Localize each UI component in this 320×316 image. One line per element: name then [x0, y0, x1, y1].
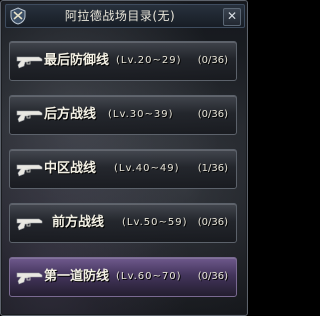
gun-icon — [16, 56, 43, 69]
gun-icon — [16, 110, 43, 123]
window-title: 阿拉德战场目录(无) — [64, 9, 176, 23]
title-bar[interactable]: 阿拉德战场目录(无) ✕ — [5, 4, 245, 28]
zone-level-range: (Lv.20~29) — [116, 55, 182, 66]
zone-name: 中区战线 — [44, 161, 97, 176]
zone-level-range: (Lv.30~39) — [108, 109, 174, 120]
zone-occupancy: (1/36) — [197, 163, 228, 174]
close-button[interactable]: ✕ — [223, 8, 241, 26]
zone-occupancy: (0/36) — [197, 271, 228, 282]
zone-name: 最后防御线 — [44, 53, 110, 68]
zone-row-central-front[interactable]: 中区战线 (Lv.40~49) (1/36) — [9, 149, 237, 189]
zone-row-forward-front[interactable]: 前方战线 (Lv.50~59) (0/36) — [9, 203, 237, 243]
zone-name: 第一道防线 — [44, 269, 110, 284]
gun-icon — [16, 272, 43, 285]
battlefield-directory-window: 阿拉德战场目录(无) ✕ 最后防御线 (Lv.20~29) (0/36) 后方战… — [0, 0, 248, 316]
zone-name: 前方战线 — [52, 215, 105, 230]
zone-list: 最后防御线 (Lv.20~29) (0/36) 后方战线 (Lv.30~39) … — [9, 41, 237, 311]
zone-level-range: (Lv.60~70) — [116, 271, 182, 282]
zone-occupancy: (0/36) — [197, 55, 228, 66]
zone-level-range: (Lv.50~59) — [122, 217, 188, 228]
zone-row-first-defense-line[interactable]: 第一道防线 (Lv.60~70) (0/36) — [9, 257, 237, 297]
zone-level-range: (Lv.40~49) — [114, 163, 180, 174]
zone-row-rear-front[interactable]: 后方战线 (Lv.30~39) (0/36) — [9, 95, 237, 135]
gun-icon — [16, 218, 43, 231]
battle-emblem-icon — [10, 7, 26, 25]
zone-occupancy: (0/36) — [197, 217, 228, 228]
gun-icon — [16, 164, 43, 177]
zone-occupancy: (0/36) — [197, 109, 228, 120]
zone-row-last-defense-line[interactable]: 最后防御线 (Lv.20~29) (0/36) — [9, 41, 237, 81]
zone-name: 后方战线 — [44, 107, 97, 122]
